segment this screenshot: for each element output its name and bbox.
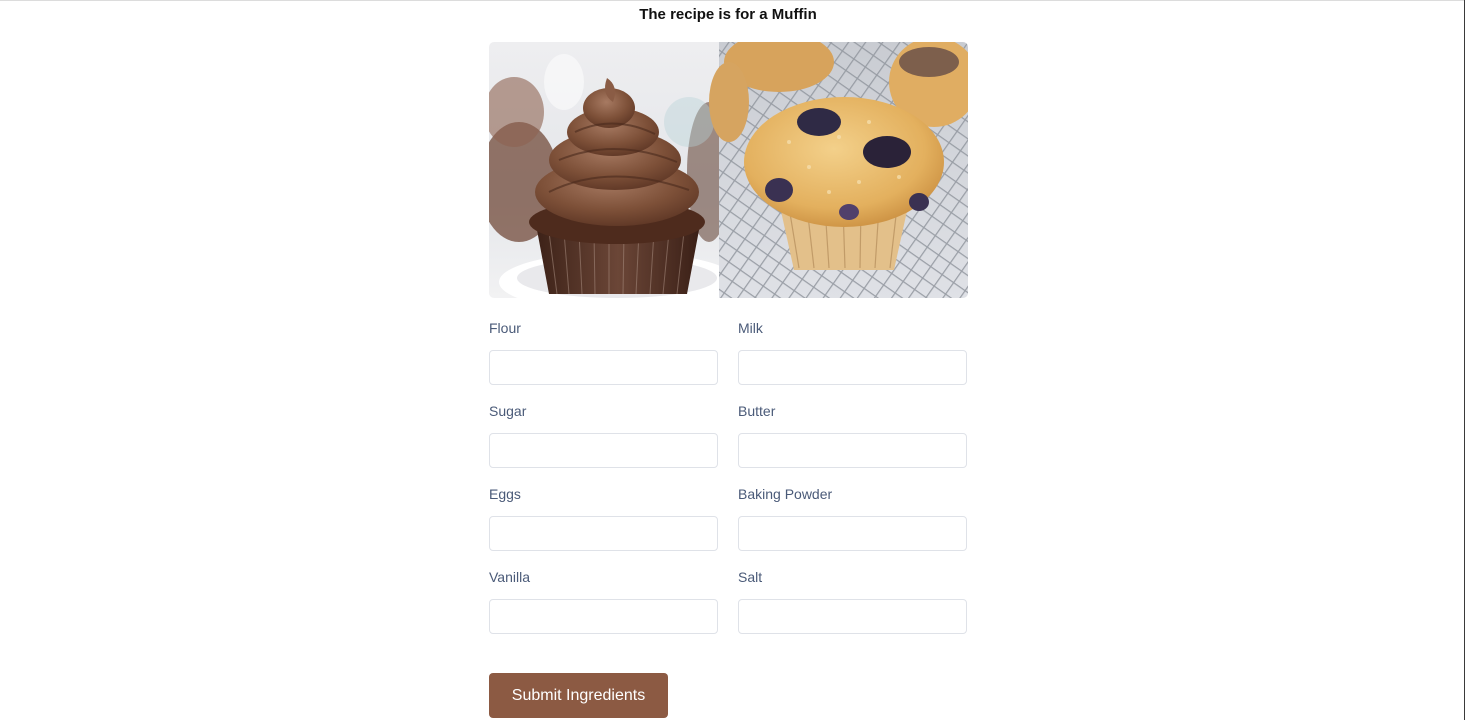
sugar-input[interactable] bbox=[489, 433, 718, 468]
sugar-label: Sugar bbox=[489, 403, 527, 419]
window-edge-scrollbar[interactable] bbox=[1464, 0, 1469, 720]
eggs-label: Eggs bbox=[489, 486, 521, 502]
vanilla-label: Vanilla bbox=[489, 569, 530, 585]
baking-powder-input[interactable] bbox=[738, 516, 967, 551]
salt-input[interactable] bbox=[738, 599, 967, 634]
milk-input[interactable] bbox=[738, 350, 967, 385]
submit-ingredients-button[interactable]: Submit Ingredients bbox=[489, 673, 668, 718]
muffin-image bbox=[709, 42, 968, 298]
cupcake-image bbox=[489, 42, 739, 298]
butter-input[interactable] bbox=[738, 433, 967, 468]
flour-label: Flour bbox=[489, 320, 521, 336]
salt-label: Salt bbox=[738, 569, 763, 585]
vanilla-input[interactable] bbox=[489, 599, 718, 634]
recipe-hero-images bbox=[489, 42, 968, 298]
baking-powder-label: Baking Powder bbox=[738, 486, 833, 502]
milk-label: Milk bbox=[738, 320, 763, 336]
flour-input[interactable] bbox=[489, 350, 718, 385]
butter-label: Butter bbox=[738, 403, 776, 419]
top-divider bbox=[0, 0, 1469, 1]
eggs-input[interactable] bbox=[489, 516, 718, 551]
page-title: The recipe is for a Muffin bbox=[639, 6, 817, 23]
